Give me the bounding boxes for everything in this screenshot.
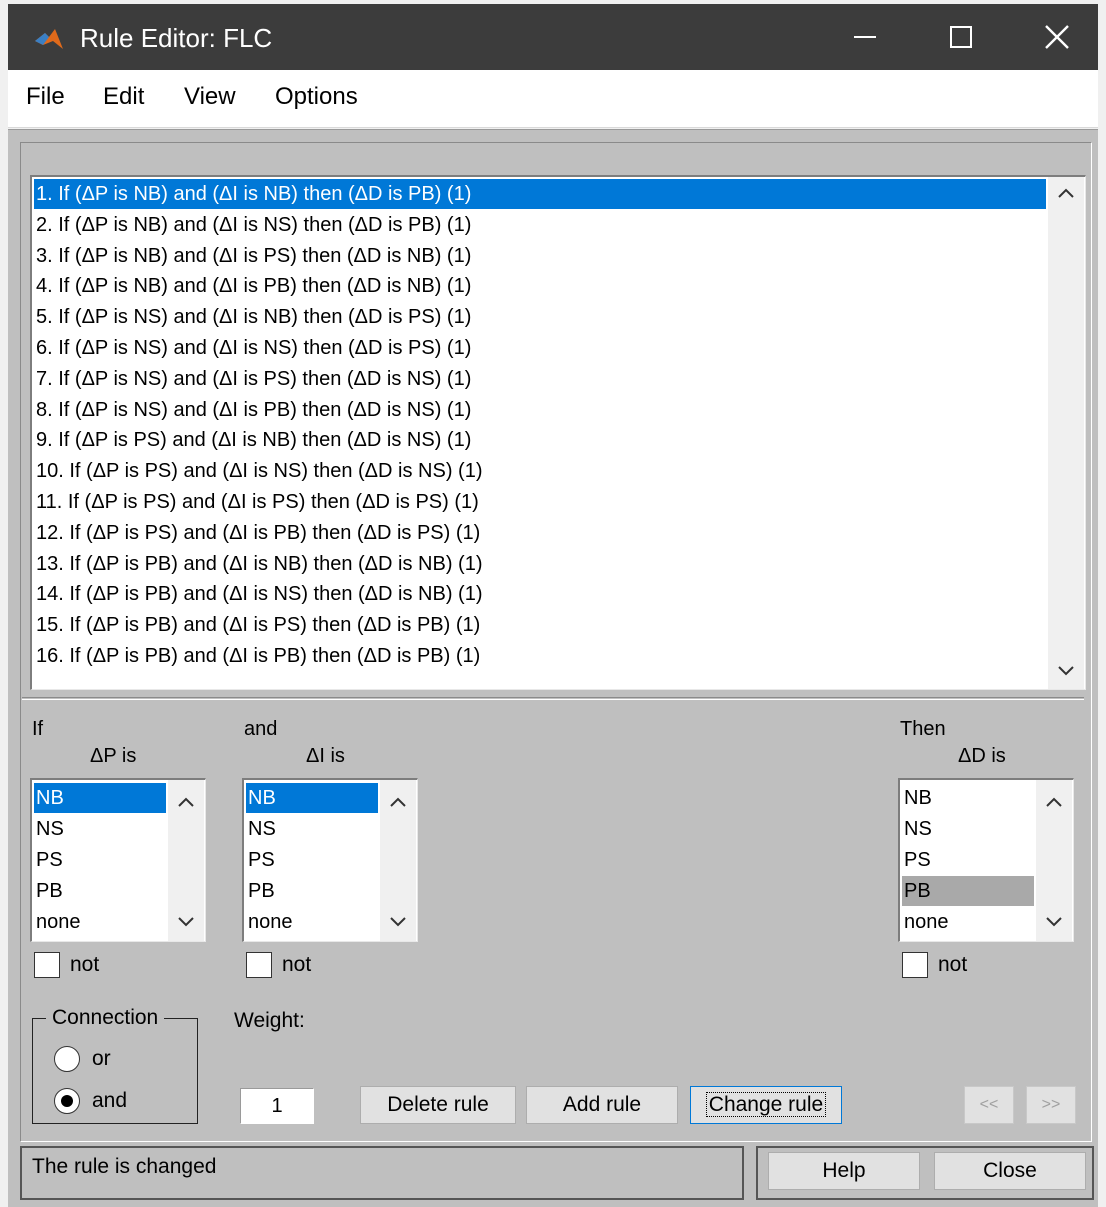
- scroll-up-icon[interactable]: [1036, 786, 1072, 818]
- rule-row[interactable]: 2. If (ΔP is NB) and (ΔI is NS) then (ΔD…: [34, 210, 1046, 240]
- rule-row[interactable]: 10. If (ΔP is PS) and (ΔI is NS) then (Δ…: [34, 456, 1046, 486]
- prev-rule-button[interactable]: <<: [964, 1086, 1014, 1124]
- menu-bar: File Edit View Options: [8, 70, 1098, 128]
- input1-mf-list[interactable]: NB NS PS PB none: [30, 778, 206, 942]
- input2-heading: ΔI is: [306, 745, 345, 767]
- add-rule-label: Add rule: [562, 1093, 642, 1116]
- next-rule-button[interactable]: >>: [1026, 1086, 1076, 1124]
- mf-option[interactable]: NS: [902, 814, 1034, 844]
- change-rule-button[interactable]: Change rule: [690, 1086, 842, 1124]
- scroll-up-icon[interactable]: [1048, 177, 1084, 209]
- menu-view[interactable]: View: [184, 82, 236, 112]
- change-rule-label: Change rule: [705, 1092, 827, 1117]
- input2-mf-list[interactable]: NB NS PS PB none: [242, 778, 418, 942]
- title-bar: Rule Editor: FLC: [8, 4, 1098, 70]
- rule-row[interactable]: 3. If (ΔP is NB) and (ΔI is PS) then (ΔD…: [34, 241, 1046, 271]
- mf-option[interactable]: PB: [34, 876, 166, 906]
- rule-row[interactable]: 5. If (ΔP is NS) and (ΔI is NB) then (ΔD…: [34, 302, 1046, 332]
- mf-option[interactable]: NB: [34, 783, 166, 813]
- menu-edit[interactable]: Edit: [103, 82, 144, 112]
- rule-row[interactable]: 11. If (ΔP is PS) and (ΔI is PS) then (Δ…: [34, 487, 1046, 517]
- output-not-checkbox[interactable]: [902, 952, 928, 978]
- mf-scrollbar[interactable]: [168, 780, 204, 941]
- output-mf-list[interactable]: NB NS PS PB none: [898, 778, 1074, 942]
- scroll-down-icon[interactable]: [1048, 655, 1084, 687]
- mf-option[interactable]: PS: [34, 845, 166, 875]
- scroll-down-icon[interactable]: [1036, 906, 1072, 938]
- input1-heading: ΔP is: [90, 745, 137, 767]
- connection-or-radio[interactable]: [54, 1046, 80, 1072]
- mf-option[interactable]: PS: [246, 845, 378, 875]
- rule-row[interactable]: 9. If (ΔP is PS) and (ΔI is NB) then (ΔD…: [34, 425, 1046, 455]
- mf-option[interactable]: none: [246, 907, 378, 937]
- add-rule-button[interactable]: Add rule: [526, 1086, 678, 1124]
- next-rule-label: >>: [1041, 1096, 1061, 1113]
- and-label: and: [244, 718, 278, 740]
- delete-rule-button[interactable]: Delete rule: [360, 1086, 516, 1124]
- menu-options[interactable]: Options: [275, 82, 358, 112]
- rule-editor-figure: 1. If (ΔP is NB) and (ΔI is NB) then (ΔD…: [8, 129, 1098, 1207]
- mf-option[interactable]: none: [34, 907, 166, 937]
- menu-file[interactable]: File: [26, 82, 65, 112]
- scroll-up-icon[interactable]: [168, 786, 204, 818]
- rule-editor-window: Rule Editor: FLC File Edit View Options …: [0, 0, 1106, 1207]
- if-label: If: [32, 718, 44, 740]
- mf-option[interactable]: NB: [246, 783, 378, 813]
- rule-row[interactable]: 15. If (ΔP is PB) and (ΔI is PS) then (Δ…: [34, 610, 1046, 640]
- output-heading: ΔD is: [958, 745, 1006, 767]
- close-window-button[interactable]: [1012, 4, 1102, 70]
- rule-row[interactable]: 16. If (ΔP is PB) and (ΔI is PB) then (Δ…: [34, 641, 1046, 671]
- delete-rule-label: Delete rule: [387, 1093, 489, 1116]
- help-label: Help: [822, 1159, 866, 1182]
- rules-scrollbar[interactable]: [1048, 177, 1084, 689]
- connection-title: Connection: [46, 1005, 165, 1031]
- weight-label: Weight:: [234, 1009, 305, 1032]
- mf-option[interactable]: none: [902, 907, 1034, 937]
- rule-row[interactable]: 4. If (ΔP is NB) and (ΔI is PB) then (ΔD…: [34, 271, 1046, 301]
- scroll-down-icon[interactable]: [168, 906, 204, 938]
- weight-input[interactable]: 1: [240, 1088, 314, 1124]
- rules-list[interactable]: 1. If (ΔP is NB) and (ΔI is NB) then (ΔD…: [30, 175, 1086, 690]
- mf-option[interactable]: PB: [902, 876, 1034, 906]
- window-title: Rule Editor: FLC: [80, 23, 273, 53]
- then-label: Then: [900, 718, 946, 740]
- scroll-down-icon[interactable]: [380, 906, 416, 938]
- close-button[interactable]: Close: [934, 1152, 1086, 1190]
- mf-scrollbar[interactable]: [1036, 780, 1072, 941]
- rule-row[interactable]: 13. If (ΔP is PB) and (ΔI is NB) then (Δ…: [34, 549, 1046, 579]
- rule-row[interactable]: 7. If (ΔP is NS) and (ΔI is PS) then (ΔD…: [34, 364, 1046, 394]
- connection-and-radio[interactable]: [54, 1088, 80, 1114]
- rule-row[interactable]: 12. If (ΔP is PS) and (ΔI is PB) then (Δ…: [34, 518, 1046, 548]
- maximize-button[interactable]: [916, 4, 1006, 70]
- mf-option[interactable]: PB: [246, 876, 378, 906]
- divider: [22, 697, 1084, 700]
- mf-option[interactable]: PS: [902, 845, 1034, 875]
- mf-option[interactable]: NS: [34, 814, 166, 844]
- rule-row[interactable]: 6. If (ΔP is NS) and (ΔI is NS) then (ΔD…: [34, 333, 1046, 363]
- close-icon: [1045, 25, 1069, 49]
- mf-option[interactable]: NB: [902, 783, 1034, 813]
- close-label: Close: [983, 1159, 1037, 1182]
- input1-not-checkbox[interactable]: [34, 952, 60, 978]
- input2-not-checkbox[interactable]: [246, 952, 272, 978]
- maximize-icon: [950, 26, 972, 48]
- input2-not-label: not: [282, 953, 312, 976]
- help-button[interactable]: Help: [768, 1152, 920, 1190]
- minimize-icon: [854, 36, 876, 38]
- mf-option[interactable]: NS: [246, 814, 378, 844]
- input1-not-label: not: [70, 953, 100, 976]
- rule-row[interactable]: 1. If (ΔP is NB) and (ΔI is NB) then (ΔD…: [34, 179, 1046, 209]
- rule-row[interactable]: 14. If (ΔP is PB) and (ΔI is NS) then (Δ…: [34, 579, 1046, 609]
- scroll-up-icon[interactable]: [380, 786, 416, 818]
- minimize-button[interactable]: [820, 4, 910, 70]
- rule-row[interactable]: 8. If (ΔP is NS) and (ΔI is PB) then (ΔD…: [34, 395, 1046, 425]
- connection-or-label: or: [92, 1047, 111, 1070]
- matlab-icon: [35, 29, 63, 49]
- status-text: The rule is changed: [32, 1155, 217, 1178]
- connection-and-label: and: [92, 1089, 128, 1112]
- output-not-label: not: [938, 953, 968, 976]
- radio-selected-dot: [61, 1095, 73, 1107]
- mf-scrollbar[interactable]: [380, 780, 416, 941]
- prev-rule-label: <<: [979, 1096, 999, 1113]
